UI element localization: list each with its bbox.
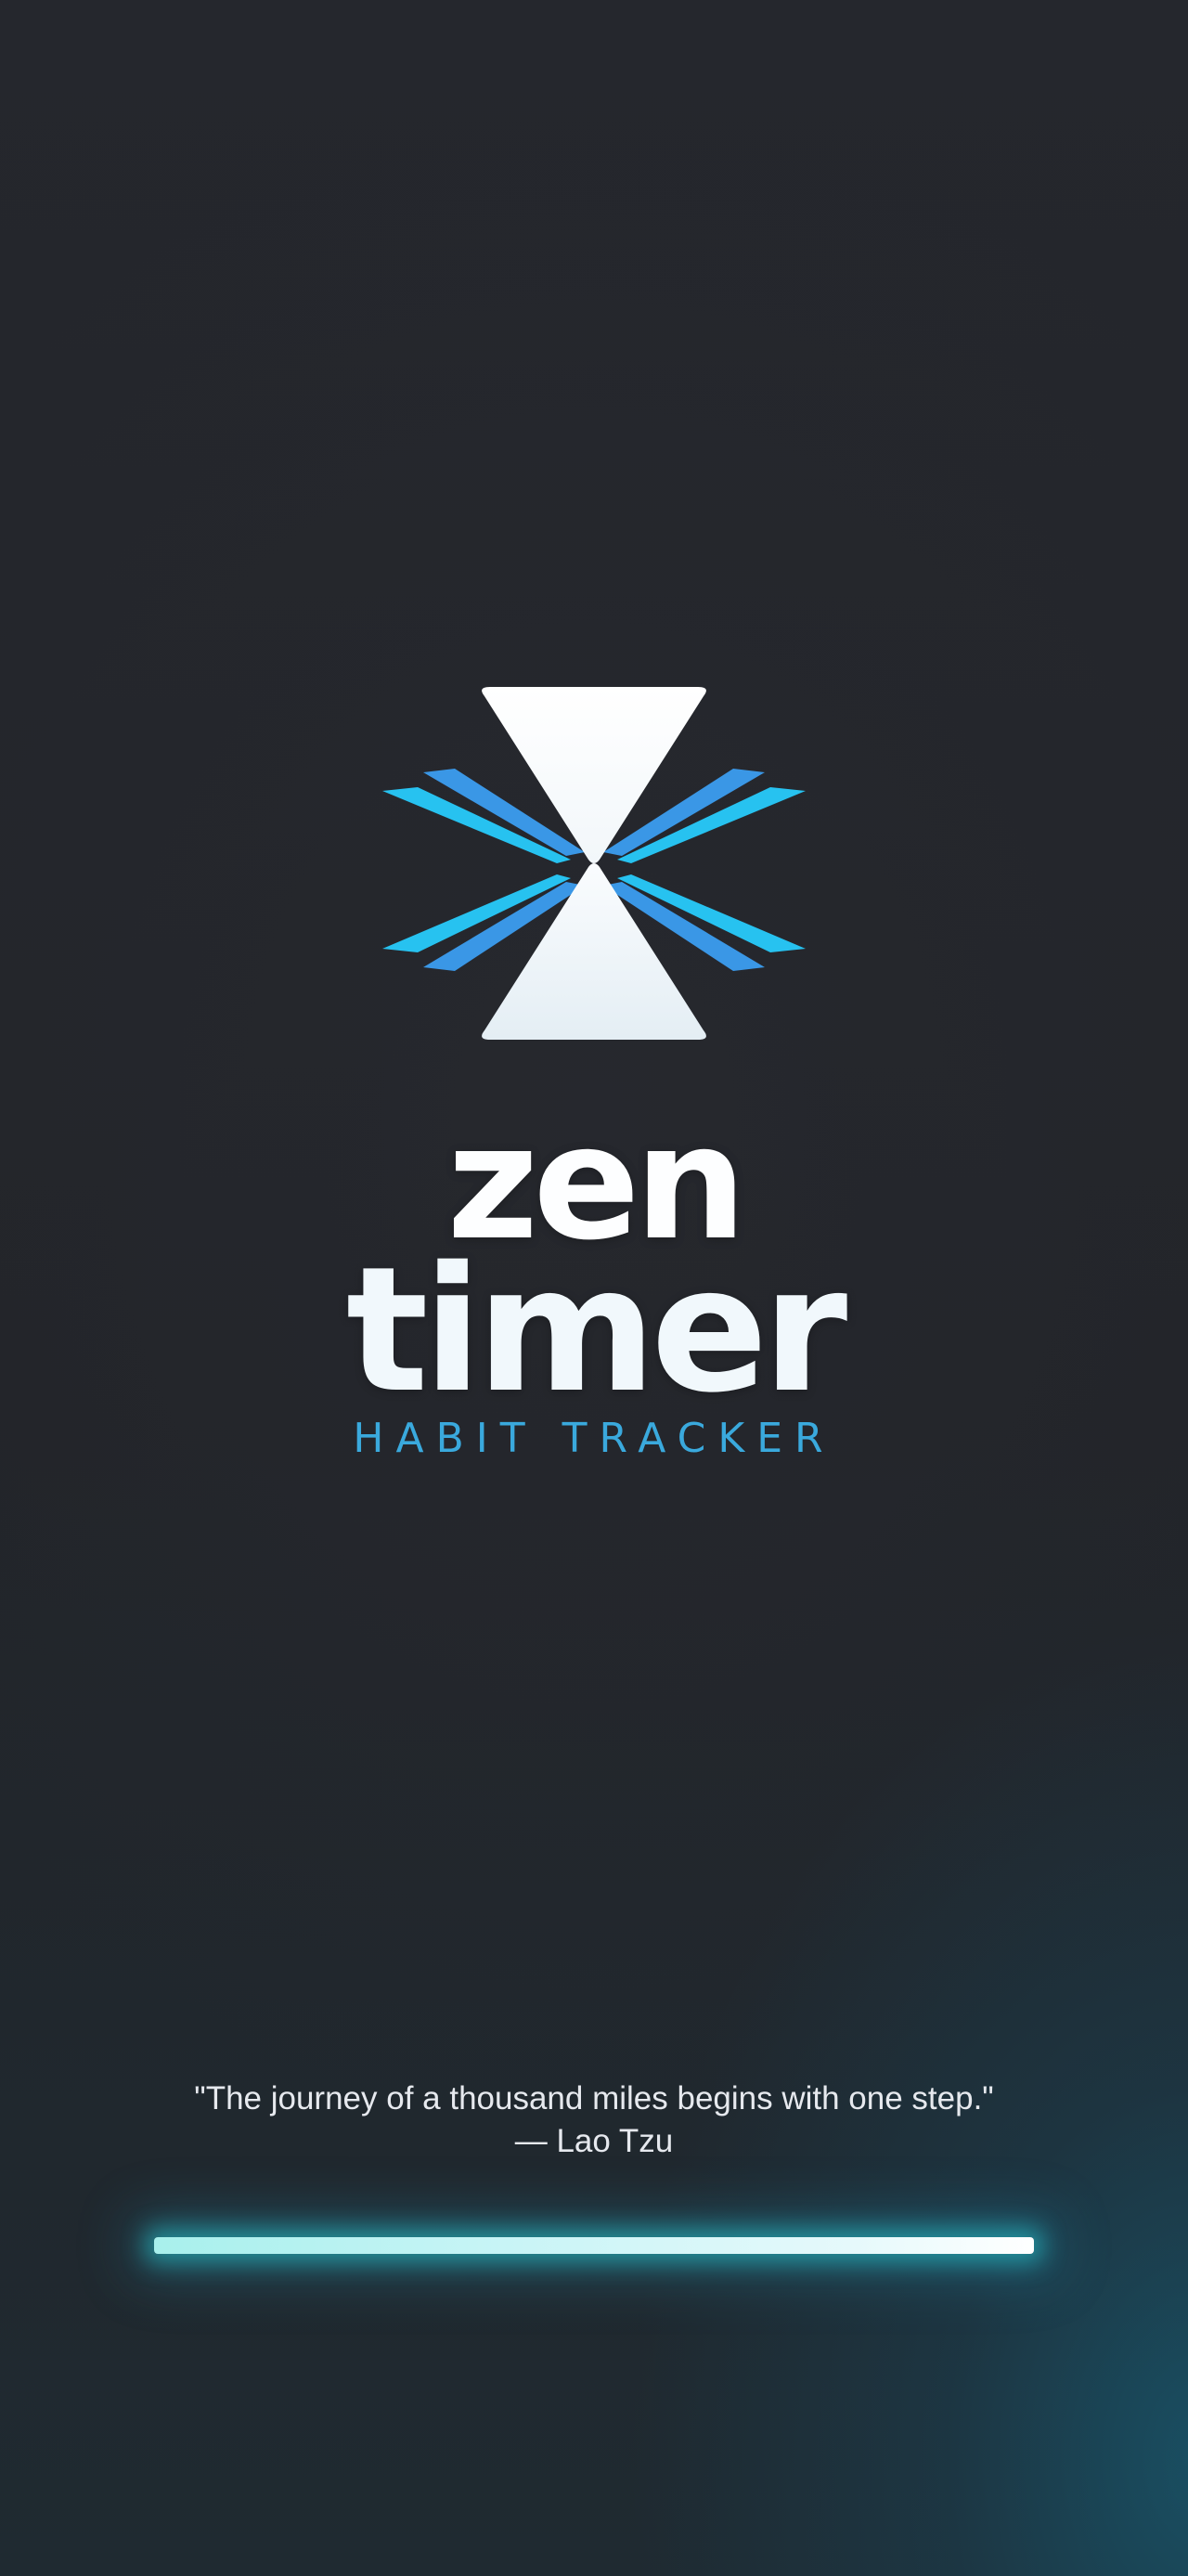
splash-screen: zen timer HABIT TRACKER "The journey of … <box>0 0 1188 2576</box>
loading-progress-bar <box>154 2237 1034 2254</box>
quote-block: "The journey of a thousand miles begins … <box>0 2078 1188 2163</box>
app-name-line2: timer <box>345 1229 847 1430</box>
hourglass-bottom <box>482 863 706 1040</box>
hourglass-icon <box>382 687 806 1040</box>
quote-author: — Lao Tzu <box>514 2123 674 2159</box>
loading-progress-fill <box>154 2237 1034 2254</box>
app-tagline: HABIT TRACKER <box>353 1415 835 1462</box>
quote-text: "The journey of a thousand miles begins … <box>194 2080 994 2116</box>
